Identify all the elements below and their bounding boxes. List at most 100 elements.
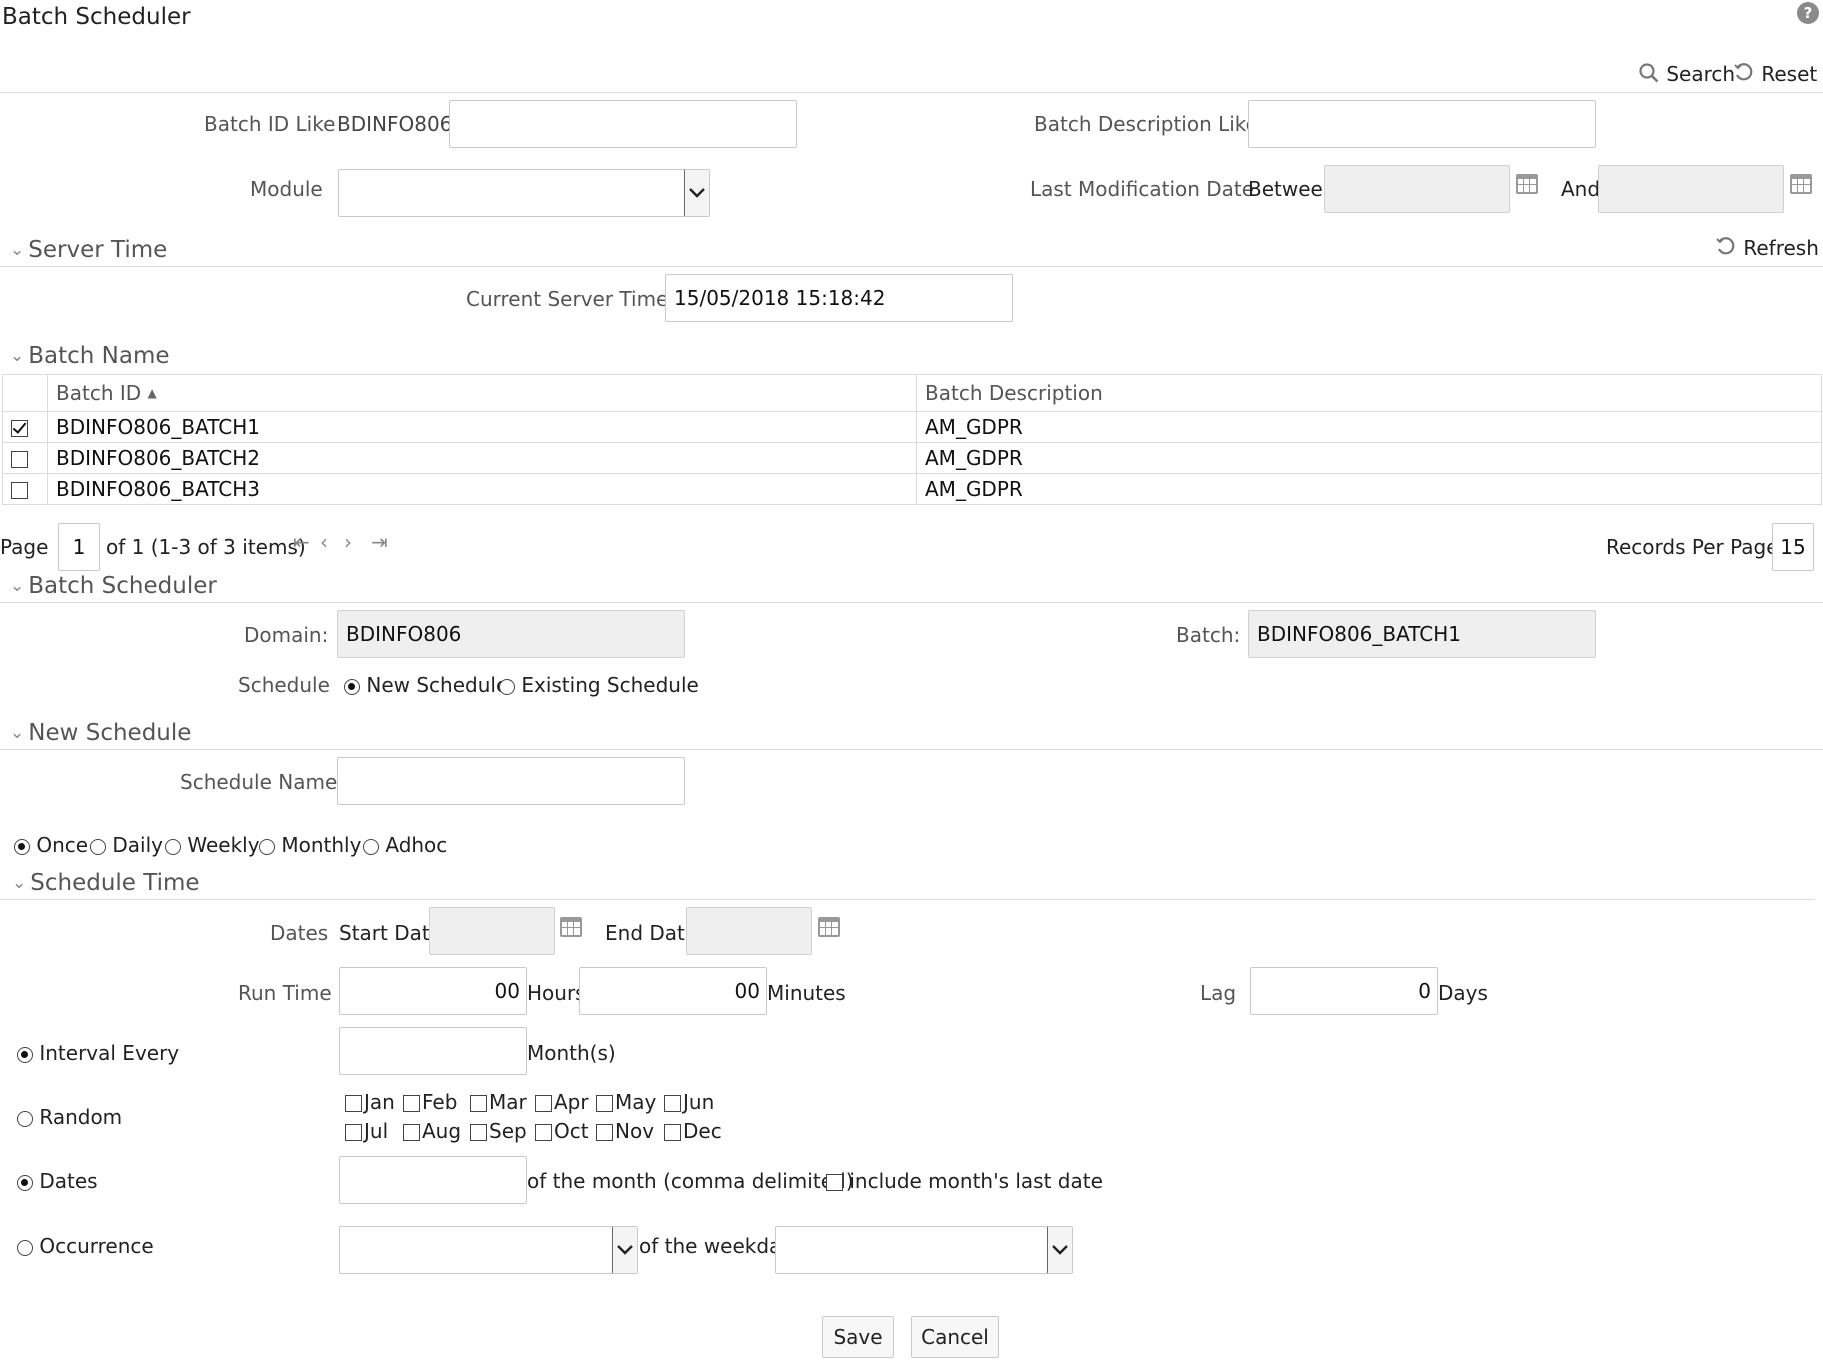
batch-name-section-header[interactable]: ⌄ Batch Name [10, 343, 170, 369]
row-checkbox[interactable] [11, 420, 28, 437]
checkbox[interactable] [596, 1095, 613, 1112]
server-time-section-header[interactable]: ⌄ Server Time [10, 237, 167, 263]
batch-scheduler-section-header[interactable]: ⌄ Batch Scheduler [10, 573, 217, 599]
module-select[interactable] [338, 169, 710, 217]
frequency-once-radio[interactable]: Once [14, 833, 88, 857]
cancel-button[interactable]: Cancel [911, 1316, 999, 1358]
refresh-button[interactable]: Refresh [1715, 236, 1819, 260]
checkbox[interactable] [470, 1095, 487, 1112]
batch-id-input[interactable] [449, 100, 797, 148]
month-oct-checkbox[interactable]: Oct [535, 1119, 589, 1143]
dates-radio[interactable]: Dates [17, 1169, 98, 1193]
month-sep-checkbox[interactable]: Sep [470, 1119, 527, 1143]
row-checkbox[interactable] [11, 451, 28, 468]
checkbox[interactable] [535, 1095, 552, 1112]
search-button[interactable]: Search [1638, 62, 1735, 86]
weekday-select[interactable] [775, 1226, 1073, 1274]
chevron-down-icon[interactable] [1047, 1227, 1072, 1273]
month-dec-checkbox[interactable]: Dec [664, 1119, 722, 1143]
month-jun-checkbox[interactable]: Jun [664, 1090, 714, 1114]
calendar-icon[interactable] [818, 917, 840, 937]
help-icon[interactable]: ? [1797, 2, 1819, 24]
minutes-input[interactable]: 00 [579, 967, 767, 1015]
radio-button[interactable] [17, 1239, 33, 1256]
batch-description-input[interactable] [1248, 100, 1596, 148]
radio-button[interactable] [165, 838, 181, 855]
table-row[interactable]: BDINFO806_BATCH1 AM_GDPR [2, 411, 1822, 443]
chevron-down-icon[interactable] [612, 1227, 637, 1273]
next-page-icon[interactable]: › [344, 530, 352, 554]
lag-input[interactable]: 0 [1250, 967, 1438, 1015]
occurrence-select[interactable] [339, 1226, 638, 1274]
dates-of-month-input[interactable] [339, 1156, 527, 1204]
checkbox[interactable] [470, 1124, 487, 1141]
checkbox[interactable] [664, 1095, 681, 1112]
date-to-input[interactable] [1598, 165, 1784, 213]
month-mar-checkbox[interactable]: Mar [470, 1090, 527, 1114]
schedule-time-section-header[interactable]: ⌄ Schedule Time [12, 870, 200, 896]
checkbox[interactable] [826, 1174, 843, 1191]
save-button[interactable]: Save [822, 1316, 894, 1358]
frequency-daily-radio[interactable]: Daily [90, 833, 163, 857]
hours-unit-label: Hours [527, 981, 586, 1005]
chevron-down-icon[interactable] [684, 170, 709, 216]
table-row[interactable]: BDINFO806_BATCH2 AM_GDPR [2, 442, 1822, 474]
radio-button[interactable] [363, 838, 379, 855]
radio-button[interactable] [14, 838, 30, 855]
frequency-adhoc-radio[interactable]: Adhoc [363, 833, 447, 857]
radio-button[interactable] [17, 1110, 33, 1127]
random-radio[interactable]: Random [17, 1105, 122, 1129]
radio-button[interactable] [344, 678, 360, 695]
batch-description-column-header[interactable]: Batch Description [916, 374, 1822, 412]
page-number-input[interactable]: 1 [58, 523, 100, 571]
row-checkbox[interactable] [11, 482, 28, 499]
checkbox[interactable] [535, 1124, 552, 1141]
month-aug-checkbox[interactable]: Aug [403, 1119, 461, 1143]
month-jul-checkbox[interactable]: Jul [345, 1119, 388, 1143]
checkbox[interactable] [664, 1124, 681, 1141]
checkbox[interactable] [403, 1095, 420, 1112]
radio-button[interactable] [17, 1174, 33, 1191]
calendar-icon[interactable] [1516, 174, 1538, 194]
calendar-icon[interactable] [1790, 174, 1812, 194]
month-may-checkbox[interactable]: May [596, 1090, 656, 1114]
calendar-icon[interactable] [560, 917, 582, 937]
checkbox[interactable] [345, 1124, 362, 1141]
radio-button[interactable] [499, 678, 515, 695]
start-date-input[interactable] [429, 907, 555, 955]
frequency-weekly-radio[interactable]: Weekly [165, 833, 260, 857]
new-schedule-section-header[interactable]: ⌄ New Schedule [10, 720, 191, 746]
schedule-time-title: Schedule Time [30, 870, 200, 896]
date-from-input[interactable] [1324, 165, 1510, 213]
reset-label: Reset [1761, 62, 1818, 86]
schedule-name-input[interactable] [337, 757, 685, 805]
hours-input[interactable]: 00 [339, 967, 527, 1015]
month-apr-checkbox[interactable]: Apr [535, 1090, 589, 1114]
month-nov-checkbox[interactable]: Nov [596, 1119, 654, 1143]
reset-button[interactable]: Reset [1733, 62, 1817, 86]
checkbox[interactable] [596, 1124, 613, 1141]
checkbox[interactable] [403, 1124, 420, 1141]
existing-schedule-radio[interactable]: Existing Schedule [499, 673, 699, 697]
records-per-page-input[interactable]: 15 [1772, 523, 1814, 571]
end-date-input[interactable] [686, 907, 812, 955]
month-feb-checkbox[interactable]: Feb [403, 1090, 457, 1114]
radio-button[interactable] [259, 838, 275, 855]
batch-id-column-header[interactable]: Batch ID ▲ [47, 374, 917, 412]
first-page-icon[interactable]: ⇤ [293, 530, 310, 554]
interval-every-radio[interactable]: Interval Every [17, 1041, 179, 1065]
previous-page-icon[interactable]: ‹ [320, 530, 328, 554]
month-jan-checkbox[interactable]: Jan [345, 1090, 395, 1114]
chevron-down-icon: ⌄ [12, 873, 27, 893]
radio-button[interactable] [17, 1046, 33, 1063]
last-page-icon[interactable]: ⇥ [371, 530, 388, 554]
table-row[interactable]: BDINFO806_BATCH3 AM_GDPR [2, 473, 1822, 505]
occurrence-radio[interactable]: Occurrence [17, 1234, 154, 1258]
new-schedule-radio[interactable]: New Schedule [344, 673, 508, 697]
radio-button[interactable] [90, 838, 106, 855]
start-date-label: Start Date [339, 921, 443, 945]
checkbox[interactable] [345, 1095, 362, 1112]
interval-input[interactable] [339, 1027, 527, 1075]
frequency-monthly-radio[interactable]: Monthly [259, 833, 361, 857]
include-last-date-checkbox[interactable]: include month's last date [826, 1169, 1103, 1193]
